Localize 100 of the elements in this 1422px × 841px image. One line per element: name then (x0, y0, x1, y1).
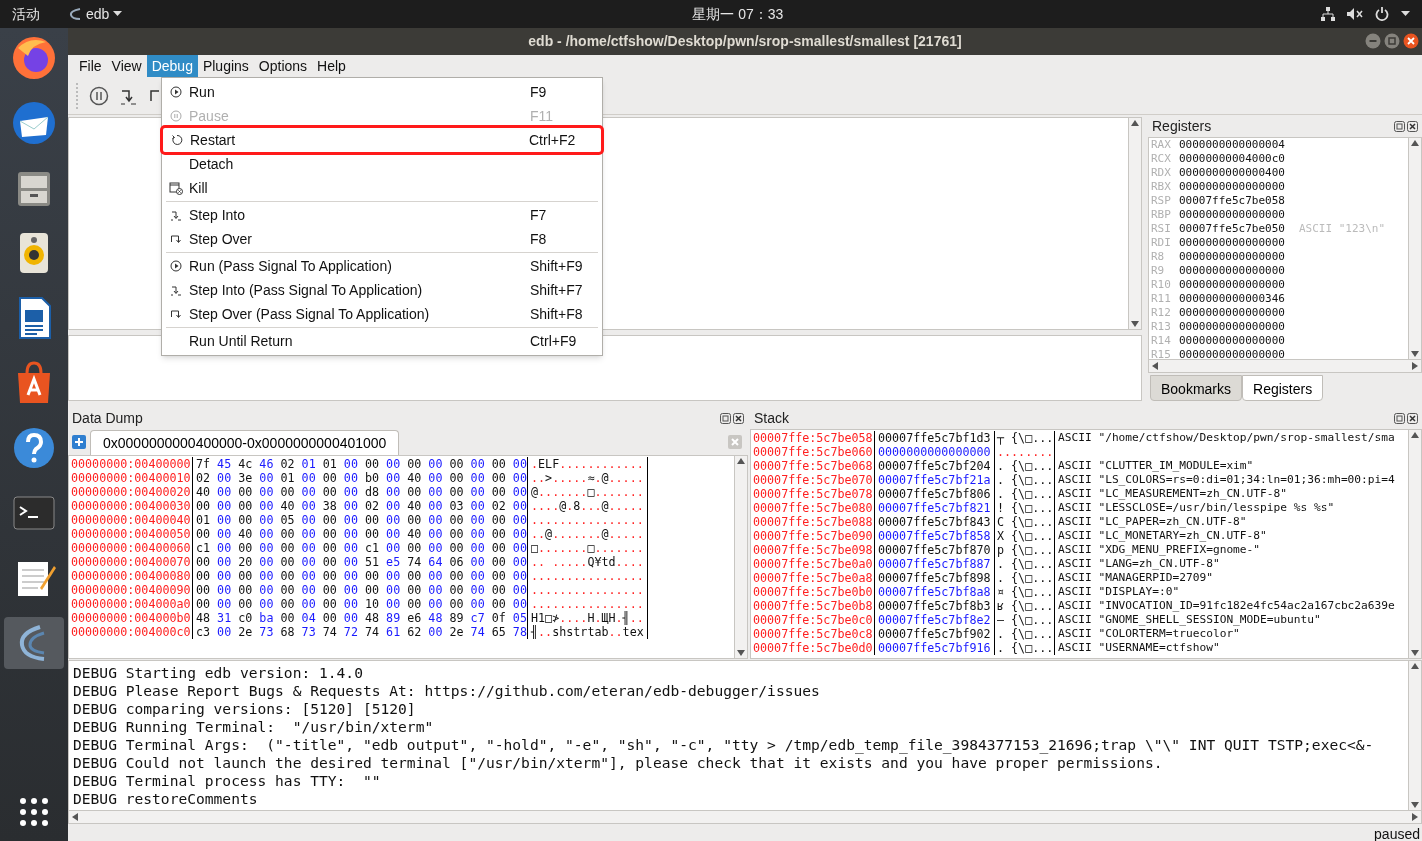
value-cell: 00007ffe5c7bf1d3 (875, 431, 995, 445)
down-arrow-icon[interactable] (1131, 321, 1139, 327)
panel-title: Registers (1152, 116, 1212, 136)
register-name: RAX (1151, 138, 1172, 152)
register-value[interactable]: 0000000000000400 (1179, 166, 1285, 180)
menu-item[interactable]: Kill (162, 176, 602, 200)
menu-item[interactable]: File (74, 55, 107, 77)
value-cell: 00007ffe5c7bf806 (875, 487, 995, 501)
add-tab-icon[interactable] (72, 435, 86, 449)
menu-item[interactable]: Restart Ctrl+F2 (163, 128, 601, 152)
log-line: DEBUG Please Report Bugs & Requests At: https://github.com/eteran/edb-debugger/issues (73, 682, 820, 700)
tab[interactable]: Registers (1242, 375, 1324, 401)
register-value[interactable]: 0000000000000000 (1179, 264, 1285, 278)
up-arrow-icon[interactable] (1411, 140, 1419, 146)
apps-grid-icon[interactable] (19, 797, 49, 827)
log-line: DEBUG Terminal process has TTY: "" (73, 772, 381, 790)
menu-item[interactable]: Step Into F7 (162, 203, 602, 227)
menu-item[interactable]: View (106, 55, 147, 77)
menu-item[interactable]: Help (312, 55, 351, 77)
tab[interactable]: 0x0000000000400000-0x0000000000401000 (90, 430, 400, 455)
register-name: R11 (1151, 292, 1172, 306)
up-arrow-icon[interactable] (1131, 120, 1139, 126)
clock[interactable]: 星期一 07：33 (692, 3, 784, 25)
right-arrow-icon[interactable] (1412, 362, 1418, 370)
down-arrow-icon[interactable] (1411, 802, 1419, 808)
register-value[interactable]: 0000000000000000 (1179, 334, 1285, 348)
register-value[interactable]: 0000000000000004 (1179, 138, 1285, 152)
up-arrow-icon[interactable] (737, 458, 745, 464)
float-icon[interactable] (1394, 412, 1405, 424)
menu-item[interactable]: Options (253, 55, 313, 77)
close-icon[interactable] (1403, 33, 1419, 49)
menu-item[interactable]: Run Until Return Ctrl+F9 (162, 329, 602, 353)
scrollbar[interactable] (1128, 118, 1141, 329)
scrollbar[interactable] (1408, 661, 1421, 810)
mail-icon[interactable] (10, 99, 58, 147)
float-icon[interactable] (1394, 120, 1405, 132)
address-cell: 00007ffe:5c7be080 (751, 501, 875, 515)
down-arrow-icon[interactable] (1411, 650, 1419, 656)
menu-item[interactable]: Step Over (Pass Signal To Application) Shift+F8 (162, 302, 602, 326)
ascii-cell: . {\□... (995, 627, 1055, 641)
caret-icon[interactable] (113, 11, 123, 17)
register-value[interactable]: 0000000000000000 (1179, 236, 1285, 250)
scrollbar[interactable] (734, 456, 747, 658)
value-cell: 0000000000000000 (875, 445, 995, 459)
register-value[interactable]: 00000000004000c0 (1179, 152, 1285, 166)
scrollbar[interactable] (1408, 430, 1421, 658)
address-cell: 00000000:00400080 (69, 569, 193, 583)
menu-item[interactable]: Plugins (197, 55, 254, 77)
address-cell: 00007ffe:5c7be070 (751, 473, 875, 487)
app-menu[interactable]: edb (86, 3, 110, 25)
horizontal-scrollbar[interactable] (1149, 359, 1421, 372)
browser-icon[interactable] (10, 34, 58, 82)
register-value[interactable]: 0000000000000000 (1179, 208, 1285, 222)
hex-cell: c3 00 2e 73 68 73 74 72 74 61 62 00 2e 74 65 78 (193, 625, 528, 639)
menu-item[interactable]: Step Over F8 (162, 227, 602, 251)
ascii-cell: ..>.....≈.@..... (528, 471, 648, 485)
minimize-icon[interactable] (1365, 33, 1381, 49)
down-arrow-icon[interactable] (737, 650, 745, 656)
menu-item[interactable]: Run F9 (162, 80, 602, 104)
caret-icon[interactable] (1401, 11, 1410, 17)
menu-item[interactable]: Run (Pass Signal To Application) Shift+F9 (162, 254, 602, 278)
menu-item[interactable]: Detach (162, 152, 602, 176)
close-icon[interactable] (1407, 120, 1418, 132)
up-arrow-icon[interactable] (1411, 663, 1419, 669)
float-icon[interactable] (720, 412, 731, 424)
scrollbar[interactable] (1408, 138, 1421, 359)
menu-item[interactable]: Debug (146, 55, 198, 77)
close-icon[interactable] (1407, 412, 1418, 424)
menu-item[interactable]: Step Into (Pass Signal To Application) Shift+F7 (162, 278, 602, 302)
right-arrow-icon[interactable] (1412, 813, 1418, 821)
up-arrow-icon[interactable] (1411, 432, 1419, 438)
register-value[interactable]: 0000000000000000 (1179, 306, 1285, 320)
pause-icon[interactable] (89, 85, 109, 106)
register-value[interactable]: 0000000000000000 (1179, 348, 1285, 359)
tab[interactable]: Bookmarks (1150, 375, 1243, 401)
register-value[interactable]: 0000000000000000 (1179, 278, 1285, 292)
address-cell: 00000000:00400010 (69, 471, 193, 485)
network-icon[interactable] (1321, 7, 1335, 21)
horizontal-scrollbar[interactable] (69, 810, 1421, 823)
left-arrow-icon[interactable] (1152, 362, 1158, 370)
volume-muted-icon[interactable] (1347, 7, 1363, 21)
register-value[interactable]: 0000000000000346 (1179, 292, 1285, 306)
register-value[interactable]: 0000000000000000 (1179, 180, 1285, 194)
activities-button[interactable]: 活动 (12, 3, 40, 25)
ascii-cell: ʁ {\□... (995, 599, 1055, 613)
ascii-cell: . {\□... (995, 473, 1055, 487)
hex-cell: c1 00 00 00 00 00 00 00 c1 00 00 00 00 00 00 00 (193, 541, 528, 555)
step-over-icon (169, 308, 182, 320)
app-icon (68, 8, 82, 20)
register-value[interactable]: 0000000000000000 (1179, 320, 1285, 334)
close-icon[interactable] (733, 412, 744, 424)
register-name: R10 (1151, 278, 1172, 292)
register-value[interactable]: 0000000000000000 (1179, 250, 1285, 264)
power-icon[interactable] (1375, 7, 1389, 21)
down-arrow-icon[interactable] (1411, 351, 1419, 357)
register-value[interactable]: 00007ffe5c7be050 (1179, 222, 1285, 236)
address-cell: 00007ffe:5c7be0a8 (751, 571, 875, 585)
value-cell: 00007ffe5c7bf898 (875, 571, 995, 585)
left-arrow-icon[interactable] (72, 813, 78, 821)
register-value[interactable]: 00007ffe5c7be058 (1179, 194, 1285, 208)
